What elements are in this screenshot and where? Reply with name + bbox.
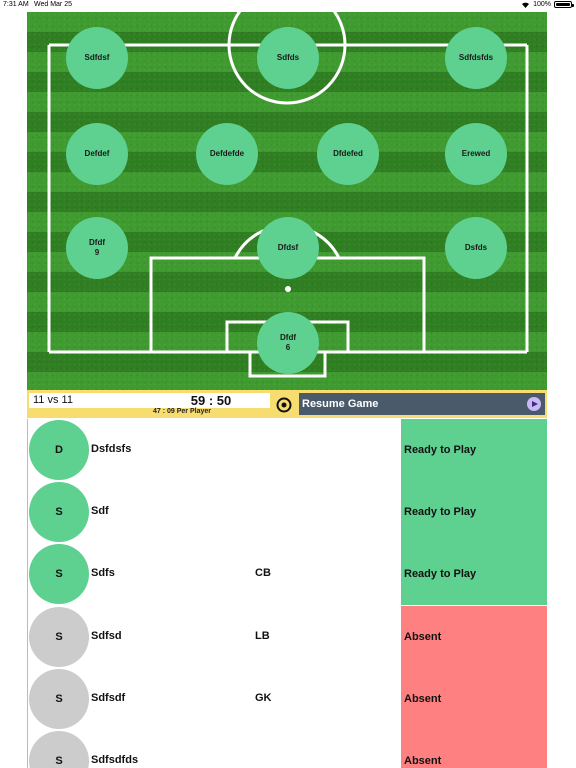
status-indicators: 100% — [521, 1, 574, 8]
field-player[interactable]: Dfdsf — [257, 217, 319, 279]
battery-percent: 100% — [533, 1, 551, 8]
field-player[interactable]: Dfdf 9 — [66, 217, 128, 279]
field-player[interactable]: Dfdf 6 — [257, 312, 319, 374]
resume-game-button[interactable]: Resume Game — [299, 393, 545, 415]
roster-row[interactable]: S Sdfs CB Ready to Play — [28, 543, 547, 605]
avatar: S — [29, 731, 89, 768]
avatar: S — [29, 607, 89, 667]
field-player-name: Dfdf — [89, 238, 105, 247]
roster-row[interactable]: S Sdf Ready to Play — [28, 481, 547, 543]
per-player-time: 47 : 09 Per Player — [153, 408, 211, 415]
format-select-value: 11 vs 11 — [33, 394, 73, 406]
field-player-number: 9 — [94, 248, 100, 257]
roster-row[interactable]: D Dsfdsfs Ready to Play — [28, 419, 547, 481]
game-control-bar: 11 vs 11 ▼ 59 : 50 47 : 09 Per Player Re… — [27, 390, 547, 418]
status-date: Wed Mar 25 — [34, 1, 72, 8]
field-player[interactable]: Erewed — [445, 123, 507, 185]
field-player[interactable]: Sdfds — [257, 27, 319, 89]
play-icon — [527, 397, 541, 411]
field-player-name: Defdef — [84, 149, 110, 158]
status-bar: 7:31 AM Wed Mar 25 100% — [0, 0, 576, 12]
field-player-name: Dsfds — [464, 243, 488, 252]
avatar: S — [29, 544, 89, 604]
player-name: Dsfdsfs — [91, 443, 132, 455]
field-player-name: Dfdefed — [333, 149, 363, 158]
field-player-name: Dfdsf — [277, 243, 299, 252]
player-name: Sdfsd — [91, 630, 122, 642]
status-badge[interactable]: Absent — [401, 606, 547, 668]
field-player[interactable]: Defdefde — [196, 123, 258, 185]
field-player-number: 6 — [285, 343, 291, 352]
battery-icon — [554, 1, 574, 8]
field-player-name: Sdfdsfds — [458, 53, 494, 62]
avatar: D — [29, 420, 89, 480]
field-player-name: Dfdf — [280, 333, 296, 342]
field-player-name: Sdfds — [276, 53, 300, 62]
player-position: CB — [255, 567, 271, 579]
status-badge[interactable]: Ready to Play — [401, 481, 547, 543]
status-time: 7:31 AM — [3, 1, 29, 8]
field-player[interactable]: Dsfds — [445, 217, 507, 279]
player-position: LB — [255, 630, 270, 642]
avatar: S — [29, 669, 89, 729]
soccer-field: Sdfdsf Sdfds Sdfdsfds Defdef Defdefde Df… — [27, 12, 547, 390]
roster-row[interactable]: S Sdfsdf GK Absent — [28, 668, 547, 730]
resume-game-label: Resume Game — [302, 398, 379, 410]
field-player-name: Erewed — [461, 149, 491, 158]
status-badge[interactable]: Ready to Play — [401, 543, 547, 605]
field-player-name: Sdfdsf — [84, 53, 110, 62]
roster-row[interactable]: S Sdfsdfds Absent — [28, 730, 547, 768]
player-name: Sdfsdfds — [91, 754, 139, 766]
target-icon[interactable] — [276, 397, 292, 413]
roster-list: D Dsfdsfs Ready to Play S Sdf Ready to P… — [27, 419, 547, 768]
avatar: S — [29, 482, 89, 542]
field-player[interactable]: Dfdefed — [317, 123, 379, 185]
game-timer: 59 : 50 — [152, 393, 270, 408]
roster-row[interactable]: S Sdfsd LB Absent — [28, 606, 547, 668]
status-badge[interactable]: Ready to Play — [401, 419, 547, 481]
player-position: GK — [255, 692, 272, 704]
field-player[interactable]: Sdfdsf — [66, 27, 128, 89]
player-name: Sdfs — [91, 567, 115, 579]
status-badge[interactable]: Absent — [401, 668, 547, 730]
field-player[interactable]: Sdfdsfds — [445, 27, 507, 89]
player-name: Sdfsdf — [91, 692, 126, 704]
player-name: Sdf — [91, 505, 109, 517]
field-player[interactable]: Defdef — [66, 123, 128, 185]
field-player-name: Defdefde — [209, 149, 245, 158]
status-badge[interactable]: Absent — [401, 730, 547, 768]
wifi-icon — [521, 1, 530, 8]
